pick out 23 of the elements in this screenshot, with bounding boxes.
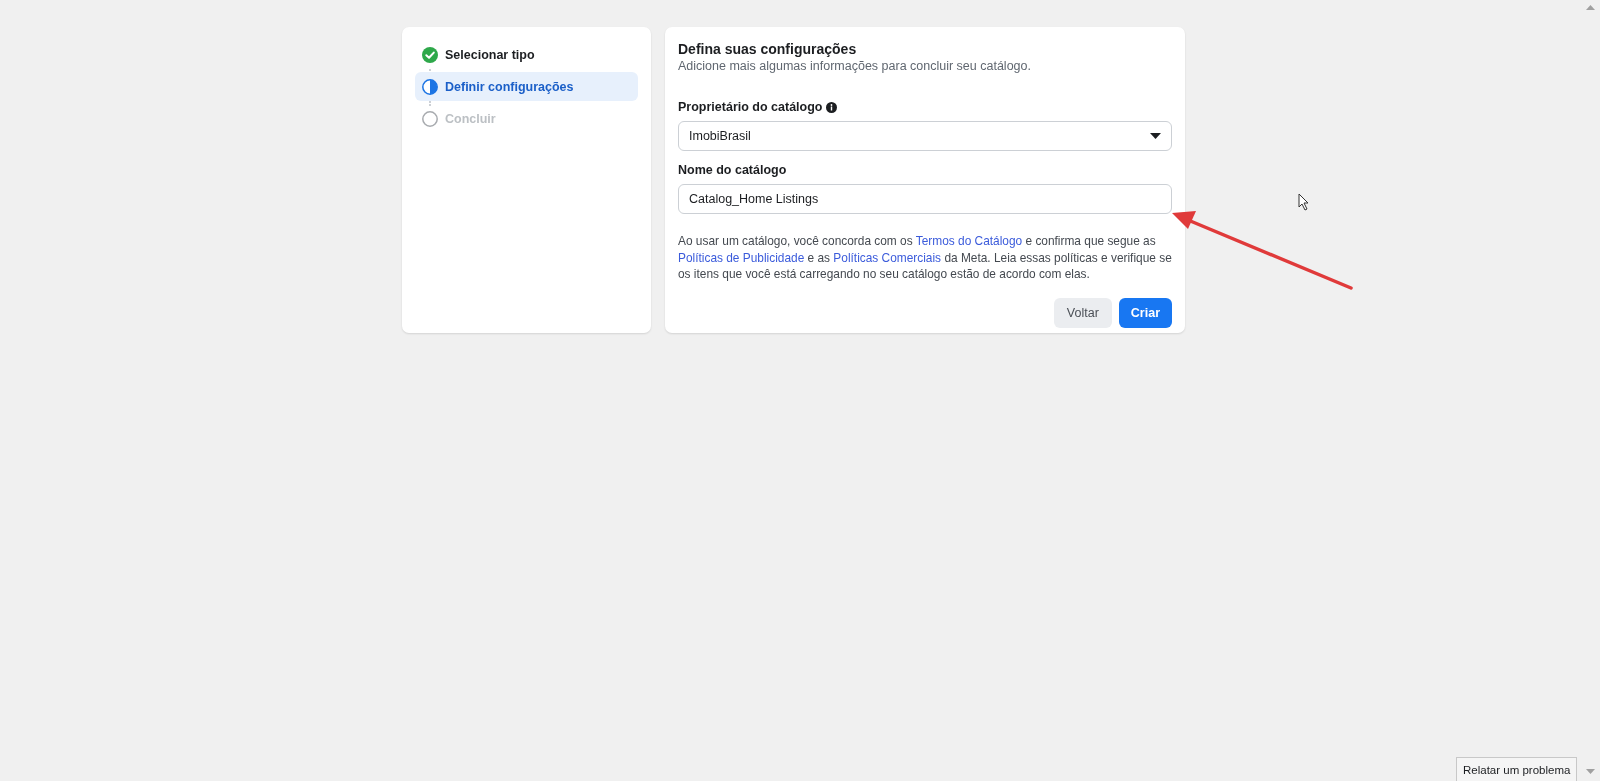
caret-icon — [1150, 133, 1161, 139]
terms-notice: Ao usar um catálogo, você concorda com os Termos do Catálogo e confirma que segue as Políticas de Publicidade e as Políticas Comerciais da Meta. Leia essas políticas e verifique se os itens que você está carregando no seu catálogo estão de acordo com elas. — [678, 233, 1172, 283]
step-item[interactable]: Definir configurações — [415, 72, 638, 101]
scroll-down-icon[interactable] — [1586, 769, 1595, 775]
catalog-name-field[interactable]: Catalog_Home Listings — [678, 184, 1172, 214]
mouse-cursor-icon — [1298, 193, 1310, 211]
field-label: Proprietário do catálogo — [678, 100, 823, 114]
step-item[interactable]: Selecionar tipo — [415, 40, 638, 69]
create-button[interactable]: Criar — [1118, 297, 1172, 328]
info-icon[interactable] — [826, 101, 838, 113]
form-title: Defina suas configurações — [678, 41, 858, 57]
terms-link[interactable]: Políticas de Publicidade — [678, 250, 805, 265]
empty-circle-icon — [422, 110, 438, 127]
back-button[interactable]: Voltar — [1053, 297, 1112, 328]
terms-link[interactable]: Termos do Catálogo — [915, 234, 1023, 248]
field-label: Nome do catálogo — [678, 163, 787, 177]
half-filled-circle-icon — [422, 78, 438, 95]
report-problem-button[interactable]: Relatar um problema — [1456, 757, 1578, 781]
scroll-up-icon[interactable] — [1586, 4, 1595, 10]
terms-link[interactable]: Políticas Comerciais — [833, 250, 942, 265]
owner-dropdown[interactable]: ImobiBrasil — [678, 121, 1172, 151]
check-circle-icon — [422, 46, 438, 63]
form-subtitle: Adicione mais algumas informações para concluir seu catálogo. — [678, 59, 1032, 73]
